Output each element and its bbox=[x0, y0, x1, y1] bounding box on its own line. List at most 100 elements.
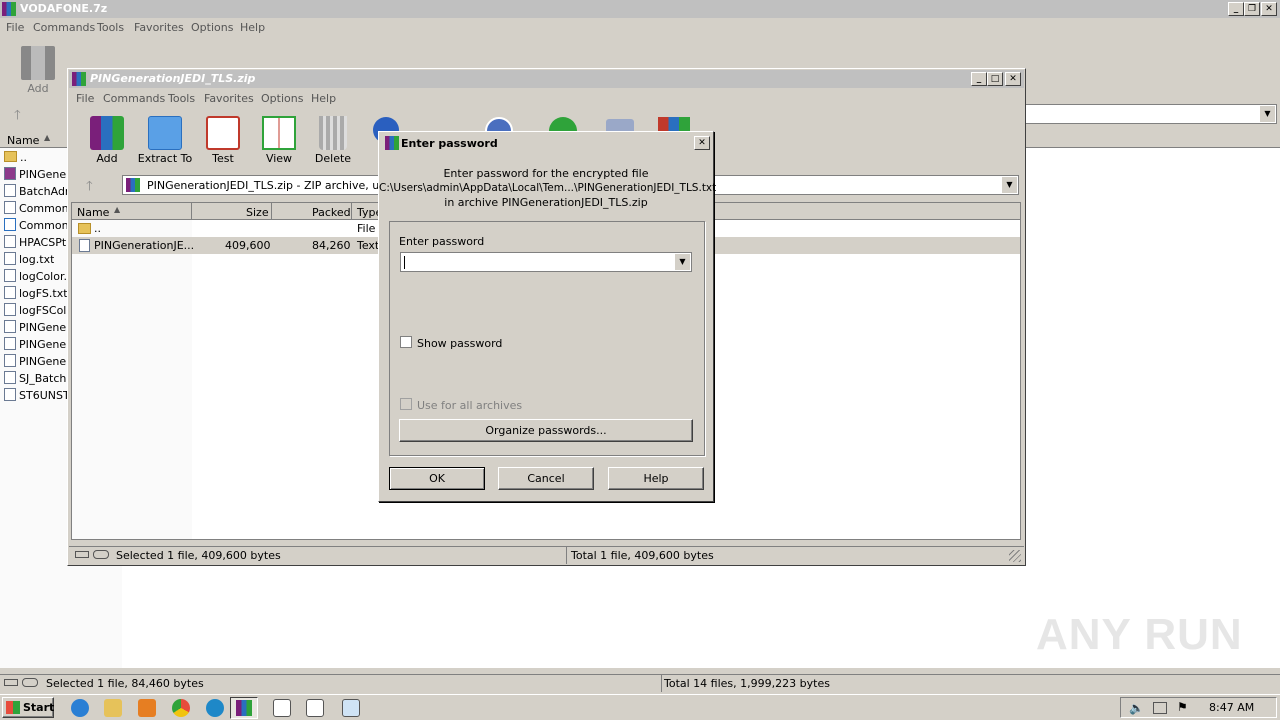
menu-file[interactable]: File bbox=[76, 92, 94, 105]
minimize-button[interactable]: _ bbox=[1228, 2, 1244, 16]
password-input[interactable]: ▼ bbox=[400, 252, 692, 272]
up-arrow-icon[interactable]: 🡑 bbox=[14, 106, 21, 128]
list-item[interactable]: Common bbox=[4, 217, 69, 234]
row-type: File bbox=[357, 222, 376, 235]
menu-favorites[interactable]: Favorites bbox=[204, 92, 254, 105]
show-password-checkbox[interactable] bbox=[400, 336, 412, 348]
main-path-field[interactable]: ▼ bbox=[1024, 104, 1277, 124]
menu-options[interactable]: Options bbox=[191, 21, 233, 34]
sort-ascending-icon: ▲ bbox=[44, 133, 51, 142]
window-icon[interactable] bbox=[273, 699, 291, 717]
batch-file-icon bbox=[4, 184, 16, 197]
media-player-icon[interactable] bbox=[138, 699, 156, 717]
start-button[interactable]: Start bbox=[2, 697, 54, 718]
column-name[interactable]: Name bbox=[77, 206, 109, 219]
archive-icon bbox=[126, 178, 140, 192]
maximize-button[interactable]: □ bbox=[987, 72, 1003, 86]
winrar-icon bbox=[236, 700, 252, 716]
list-item[interactable]: PINGene bbox=[4, 336, 66, 353]
network-icon[interactable] bbox=[1153, 702, 1167, 714]
edge-icon[interactable] bbox=[206, 699, 224, 717]
ok-button[interactable]: OK bbox=[389, 467, 485, 490]
archive-status-right: Total 1 file, 409,600 bytes bbox=[571, 549, 714, 562]
view-button[interactable]: View bbox=[250, 116, 308, 165]
main-menubar: File Commands Tools Favorites Options He… bbox=[0, 19, 1280, 37]
list-item[interactable]: PINGene bbox=[4, 319, 66, 336]
list-item[interactable]: ST6UNST bbox=[4, 387, 70, 404]
delete-button[interactable]: Delete bbox=[304, 116, 362, 165]
close-button[interactable]: ✕ bbox=[1261, 2, 1277, 16]
list-item[interactable]: logFSCol bbox=[4, 302, 66, 319]
dialog-close-button[interactable]: ✕ bbox=[694, 136, 710, 150]
list-item[interactable]: logColor. bbox=[4, 268, 67, 285]
dropdown-arrow-icon[interactable]: ▼ bbox=[1002, 177, 1017, 193]
list-item[interactable]: PINGene bbox=[4, 353, 66, 370]
row-name: PINGenerationJE... bbox=[94, 239, 195, 252]
list-item[interactable]: SJ_Batch bbox=[4, 370, 66, 387]
clock[interactable]: 8:47 AM bbox=[1209, 701, 1254, 714]
test-clipboard-icon bbox=[206, 116, 240, 150]
batch-file-icon bbox=[4, 354, 16, 367]
file-explorer-icon[interactable] bbox=[104, 699, 122, 717]
extract-to-button[interactable]: Extract To bbox=[136, 116, 194, 165]
dialog-message-line3: in archive PINGenerationJEDI_TLS.zip bbox=[444, 196, 648, 209]
resize-grip-icon[interactable] bbox=[1009, 550, 1021, 562]
list-item[interactable]: BatchAdr bbox=[4, 183, 69, 200]
menu-help[interactable]: Help bbox=[311, 92, 336, 105]
window-icon[interactable] bbox=[306, 699, 324, 717]
main-status-right: Total 14 files, 1,999,223 bytes bbox=[664, 677, 830, 690]
column-size[interactable]: Size bbox=[246, 206, 269, 219]
main-add-button[interactable]: Add bbox=[9, 46, 67, 95]
file-name: SJ_Batch bbox=[19, 372, 67, 385]
action-center-flag-icon[interactable]: ⚑ bbox=[1177, 700, 1188, 714]
list-item[interactable]: PINGene bbox=[4, 166, 66, 183]
notepad-icon[interactable] bbox=[342, 699, 360, 717]
archive-status-left: Selected 1 file, 409,600 bytes bbox=[116, 549, 281, 562]
archive-titlebar[interactable]: PINGenerationJEDI_TLS.zip _ □ ✕ bbox=[69, 70, 1024, 88]
organize-passwords-button[interactable]: Organize passwords... bbox=[399, 419, 693, 442]
menu-commands[interactable]: Commands bbox=[33, 21, 95, 34]
file-name: Common bbox=[19, 202, 69, 215]
close-button[interactable]: ✕ bbox=[1005, 72, 1021, 86]
text-file-icon bbox=[4, 303, 16, 316]
help-button[interactable]: Help bbox=[608, 467, 704, 490]
menu-help[interactable]: Help bbox=[240, 21, 265, 34]
list-item[interactable]: Common bbox=[4, 200, 69, 217]
password-group: Enter password ▼ Show password Use for a… bbox=[389, 221, 705, 456]
list-item[interactable]: HPACSPt bbox=[4, 234, 66, 251]
key-icon bbox=[93, 550, 109, 559]
column-packed[interactable]: Packed bbox=[312, 206, 351, 219]
menu-tools[interactable]: Tools bbox=[168, 92, 195, 105]
add-button[interactable]: Add bbox=[78, 116, 136, 165]
dropdown-arrow-icon[interactable]: ▼ bbox=[1260, 106, 1275, 122]
list-item[interactable]: .. bbox=[4, 149, 27, 166]
start-label: Start bbox=[23, 701, 55, 714]
list-item[interactable]: logFS.txt bbox=[4, 285, 68, 302]
show-password-label[interactable]: Show password bbox=[417, 337, 502, 350]
restore-button[interactable]: ❐ bbox=[1244, 2, 1260, 16]
column-name[interactable]: Name bbox=[7, 134, 39, 147]
add-label: Add bbox=[96, 152, 118, 165]
taskbar-winrar-button[interactable] bbox=[230, 697, 258, 719]
file-name: logFS.txt bbox=[19, 287, 68, 300]
menu-commands[interactable]: Commands bbox=[103, 92, 165, 105]
test-button[interactable]: Test bbox=[194, 116, 252, 165]
menu-favorites[interactable]: Favorites bbox=[134, 21, 184, 34]
volume-icon[interactable]: 🔈 bbox=[1129, 701, 1144, 715]
dialog-titlebar[interactable]: Enter password ✕ bbox=[380, 133, 712, 153]
up-arrow-icon[interactable]: 🡑 bbox=[86, 177, 93, 199]
menu-tools[interactable]: Tools bbox=[97, 21, 124, 34]
chrome-icon[interactable] bbox=[172, 699, 190, 717]
menu-options[interactable]: Options bbox=[261, 92, 303, 105]
extract-to-label: Extract To bbox=[137, 152, 193, 165]
menu-file[interactable]: File bbox=[6, 21, 24, 34]
file-icon bbox=[4, 201, 16, 214]
main-titlebar[interactable]: VODAFONE.7z _ ❐ ✕ bbox=[0, 0, 1280, 18]
view-book-icon bbox=[262, 116, 296, 150]
dropdown-arrow-icon[interactable]: ▼ bbox=[675, 254, 690, 270]
cancel-button[interactable]: Cancel bbox=[498, 467, 594, 490]
list-item[interactable]: log.txt bbox=[4, 251, 54, 268]
internet-explorer-icon[interactable] bbox=[71, 699, 89, 717]
sort-ascending-icon: ▲ bbox=[114, 205, 121, 214]
minimize-button[interactable]: _ bbox=[971, 72, 987, 86]
